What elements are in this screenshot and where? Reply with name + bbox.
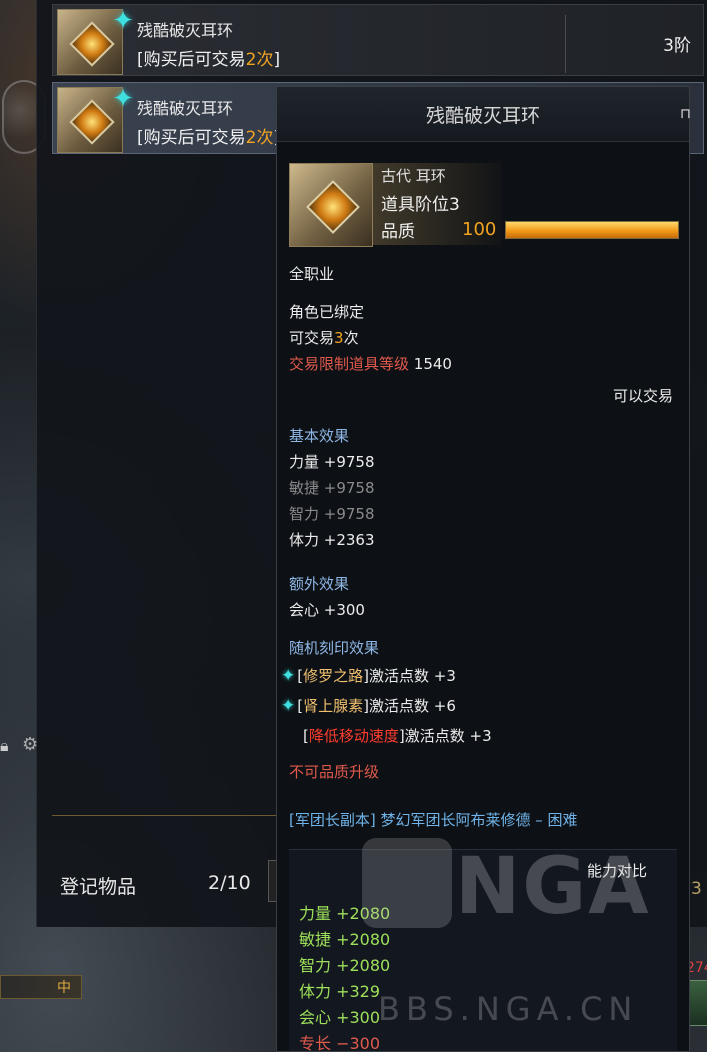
quality-bar bbox=[505, 221, 679, 239]
item-grade: 古代 耳环 bbox=[381, 167, 446, 185]
earring-icon: ✦ bbox=[57, 8, 134, 75]
engrave-line: [降低移动速度]激活点数 +3 bbox=[303, 727, 492, 745]
quality-bar-fill bbox=[506, 222, 678, 238]
engrave-star-icon: ✦ bbox=[112, 84, 134, 114]
quality-value: 100 bbox=[462, 219, 497, 240]
list-item[interactable]: ✦ 残酷破灭耳环 [购买后可交易2次] 3阶 bbox=[52, 4, 704, 76]
engrave-line: ✦ [修罗之路]激活点数 +3 bbox=[281, 666, 456, 686]
comparison-line: 体力 +329 bbox=[299, 982, 381, 1001]
item-name: 残酷破灭耳环 bbox=[137, 21, 234, 40]
lock-icon[interactable]: 🔒︎ bbox=[0, 736, 9, 756]
basic-effect-line: 敏捷 +9758 bbox=[289, 479, 375, 497]
row-action-icon[interactable]: ⊓ bbox=[680, 106, 691, 122]
comparison-line: 专长 −300 bbox=[299, 1034, 381, 1052]
registered-items-label: 登记物品 bbox=[60, 876, 137, 898]
bound-status: 角色已绑定 bbox=[289, 303, 365, 321]
registered-items-count: 2/10 bbox=[208, 872, 251, 894]
extra-effect-line: 会心 +300 bbox=[289, 601, 365, 619]
gear-icon[interactable]: ⚙ bbox=[22, 734, 38, 755]
quality-upgrade-note: 不可品质升级 bbox=[289, 763, 380, 781]
earring-icon: ✦ bbox=[57, 86, 134, 153]
item-tier: 3阶 bbox=[663, 36, 691, 56]
row-divider bbox=[565, 15, 566, 73]
tooltip-title: 残酷破灭耳环 bbox=[425, 105, 540, 127]
engrave-star-icon: ✦ bbox=[112, 6, 134, 36]
item-trade-info: [购买后可交易2次] bbox=[137, 50, 281, 70]
basic-effect-line: 力量 +9758 bbox=[289, 453, 375, 471]
class-restriction: 全职业 bbox=[289, 265, 335, 283]
engrave-star-icon: ✦ bbox=[281, 666, 296, 686]
item-trade-info: [购买后可交易2次] bbox=[137, 128, 280, 148]
basic-effects-header: 基本效果 bbox=[289, 427, 350, 445]
watermark-url: BBS.NGA.CN bbox=[378, 990, 639, 1028]
quality-label: 品质 bbox=[381, 222, 415, 242]
engrave-line: ✦ [肾上腺素]激活点数 +6 bbox=[281, 696, 456, 716]
item-tier: 道具阶位3 bbox=[381, 195, 460, 215]
side-portrait[interactable] bbox=[688, 980, 707, 1026]
comparison-line: 智力 +2080 bbox=[299, 956, 391, 975]
engrave-effects-header: 随机刻印效果 bbox=[289, 639, 380, 657]
extra-effects-header: 额外效果 bbox=[289, 575, 350, 593]
tradable-status: 可以交易 bbox=[612, 387, 673, 405]
comparison-line: 敏捷 +2080 bbox=[299, 930, 391, 949]
channel-badge[interactable]: 中 bbox=[0, 975, 82, 999]
tradable-count: 可交易3次 bbox=[289, 329, 359, 347]
item-source: [军团长副本] 梦幻军团长阿布莱修德 – 困难 bbox=[289, 811, 578, 829]
watermark-logo-text: NGA bbox=[455, 842, 651, 932]
basic-effect-line: 智力 +9758 bbox=[289, 505, 375, 523]
basic-effect-line: 体力 +2363 bbox=[289, 531, 375, 549]
nga-paw-logo bbox=[362, 838, 452, 928]
trade-limit: 交易限制道具等级 1540 bbox=[289, 355, 452, 373]
engrave-star-icon: ✦ bbox=[281, 696, 296, 716]
earring-icon bbox=[289, 163, 373, 247]
comparison-line: 会心 +300 bbox=[299, 1008, 381, 1027]
item-name: 残酷破灭耳环 bbox=[137, 99, 234, 118]
tooltip-header: 残酷破灭耳环 bbox=[277, 87, 689, 142]
